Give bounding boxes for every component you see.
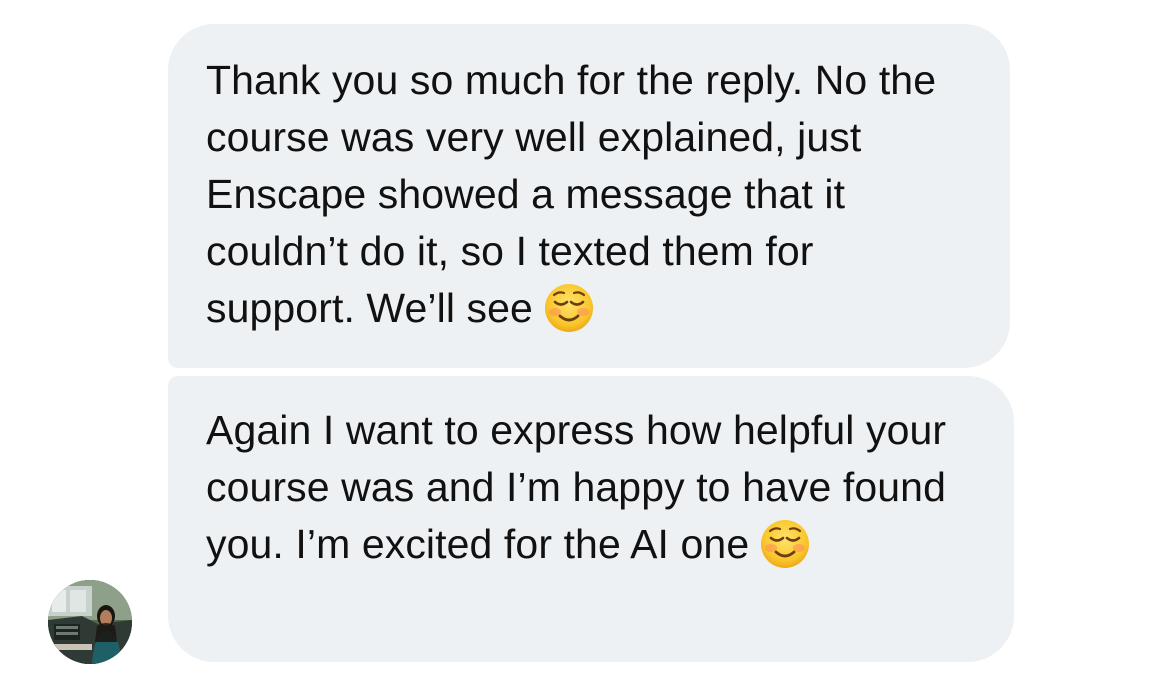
profile-photo (48, 580, 132, 664)
message-text-2: Again I want to express how helpful your… (206, 402, 974, 573)
message-text-2-content: Again I want to express how helpful your… (206, 407, 947, 567)
message-bubble-1[interactable]: Thank you so much for the reply. No the … (168, 24, 1010, 368)
smiling-face-icon (543, 282, 595, 334)
message-thread: Thank you so much for the reply. No the … (0, 0, 1170, 676)
avatar[interactable] (48, 580, 132, 664)
message-text-1: Thank you so much for the reply. No the … (206, 52, 970, 337)
message-bubble-2[interactable]: Again I want to express how helpful your… (168, 376, 1014, 662)
smiling-face-icon (759, 518, 811, 570)
